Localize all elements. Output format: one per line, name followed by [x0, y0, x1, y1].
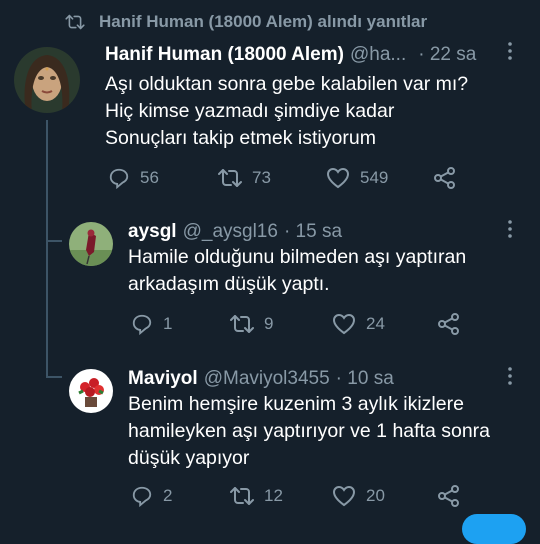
like-button[interactable]: 24 — [332, 313, 438, 335]
tweet-reply-1[interactable]: aysgl @_aysgl16 · 15 sa Hamile olduğunu … — [0, 200, 540, 350]
like-count: 20 — [366, 486, 385, 505]
share-icon — [438, 485, 459, 507]
tweet-header: Maviyol @Maviyol3455 · 10 sa — [128, 368, 394, 390]
reply-count: 1 — [163, 314, 173, 333]
more-icon[interactable] — [508, 220, 512, 243]
tweet-actions: 56 73 549 — [108, 167, 466, 189]
like-icon — [332, 485, 356, 507]
reply-icon — [132, 486, 152, 507]
tweet-line: arkadaşım düşük yaptı. — [128, 273, 330, 295]
tweet-line: Benim hemşire kuzenim 3 aylık ikizlere — [128, 393, 464, 415]
retweet-icon — [230, 315, 254, 333]
tweet-time[interactable]: · 10 sa — [336, 368, 394, 390]
like-button[interactable]: 20 — [332, 485, 438, 507]
more-icon[interactable] — [508, 367, 512, 390]
retweet-button[interactable]: 12 — [230, 486, 332, 506]
retweet-button[interactable]: 73 — [218, 168, 326, 188]
retweet-icon — [230, 487, 254, 505]
reply-button[interactable]: 56 — [108, 167, 218, 189]
tweet-text: Hamile olduğunu bilmeden aşı yaptıran ar… — [128, 244, 466, 298]
author-handle[interactable]: @_aysgl16 — [183, 221, 278, 243]
reply-button[interactable]: 1 — [131, 313, 230, 335]
like-count: 549 — [360, 168, 389, 187]
avatar[interactable] — [14, 47, 80, 113]
tweet-text: Benim hemşire kuzenim 3 aylık ikizlere h… — [128, 391, 490, 472]
share-button[interactable] — [438, 313, 470, 335]
author-handle[interactable]: @Maviyol3455 — [204, 368, 330, 390]
like-icon — [332, 313, 356, 335]
share-button[interactable] — [434, 167, 466, 189]
tweet-header: Hanif Human (18000 Alem) @ha... · 22 sa — [105, 44, 476, 66]
reply-icon — [132, 314, 152, 335]
tweet-header: aysgl @_aysgl16 · 15 sa — [128, 221, 342, 243]
reply-count: 56 — [140, 168, 159, 187]
like-button[interactable]: 549 — [326, 167, 434, 189]
reply-button[interactable]: 2 — [131, 485, 230, 507]
author-name[interactable]: aysgl — [128, 221, 177, 243]
retweet-count: 9 — [264, 314, 274, 333]
tweet-line: Aşı olduktan sonra gebe kalabilen var mı… — [105, 73, 469, 95]
tweet-line: Hamile olduğunu bilmeden aşı yaptıran — [128, 246, 467, 268]
tweet-actions: 1 9 24 — [131, 313, 470, 335]
tweet-reply-2[interactable]: Maviyol @Maviyol3455 · 10 sa Benim hemşi… — [0, 350, 540, 525]
tweet-line: Sonuçları takip etmek istiyorum — [105, 127, 376, 149]
share-icon — [434, 167, 455, 189]
author-name[interactable]: Hanif Human (18000 Alem) — [105, 44, 344, 66]
reply-icon — [109, 168, 129, 189]
like-count: 24 — [366, 314, 385, 333]
tweet-line: düşük yapıyor — [128, 447, 250, 469]
like-icon — [326, 167, 350, 189]
tweet-actions: 2 12 20 — [131, 485, 470, 507]
retweet-icon — [218, 169, 242, 187]
compose-button[interactable] — [462, 514, 526, 544]
retweet-count: 73 — [252, 168, 271, 187]
author-name[interactable]: Maviyol — [128, 368, 198, 390]
share-button[interactable] — [438, 485, 470, 507]
tweet-line: Hiç kimse yazmadı şimdiye kadar — [105, 100, 395, 122]
reply-count: 2 — [163, 486, 173, 505]
share-icon — [438, 313, 459, 335]
tweet-time[interactable]: · 22 sa — [418, 44, 476, 66]
avatar[interactable] — [69, 369, 113, 413]
author-handle[interactable]: @ha... — [350, 44, 406, 66]
tweet-line: hamileyken aşı yaptırıyor ve 1 hafta son… — [128, 420, 491, 442]
retweet-count: 12 — [264, 486, 283, 505]
tweet-time[interactable]: · 15 sa — [284, 221, 342, 243]
more-icon[interactable] — [508, 42, 512, 65]
retweet-button[interactable]: 9 — [230, 314, 332, 334]
avatar[interactable] — [69, 222, 113, 266]
tweet-main[interactable]: Hanif Human (18000 Alem) @ha... · 22 sa … — [0, 0, 540, 200]
tweet-text: Aşı olduktan sonra gebe kalabilen var mı… — [105, 71, 468, 152]
